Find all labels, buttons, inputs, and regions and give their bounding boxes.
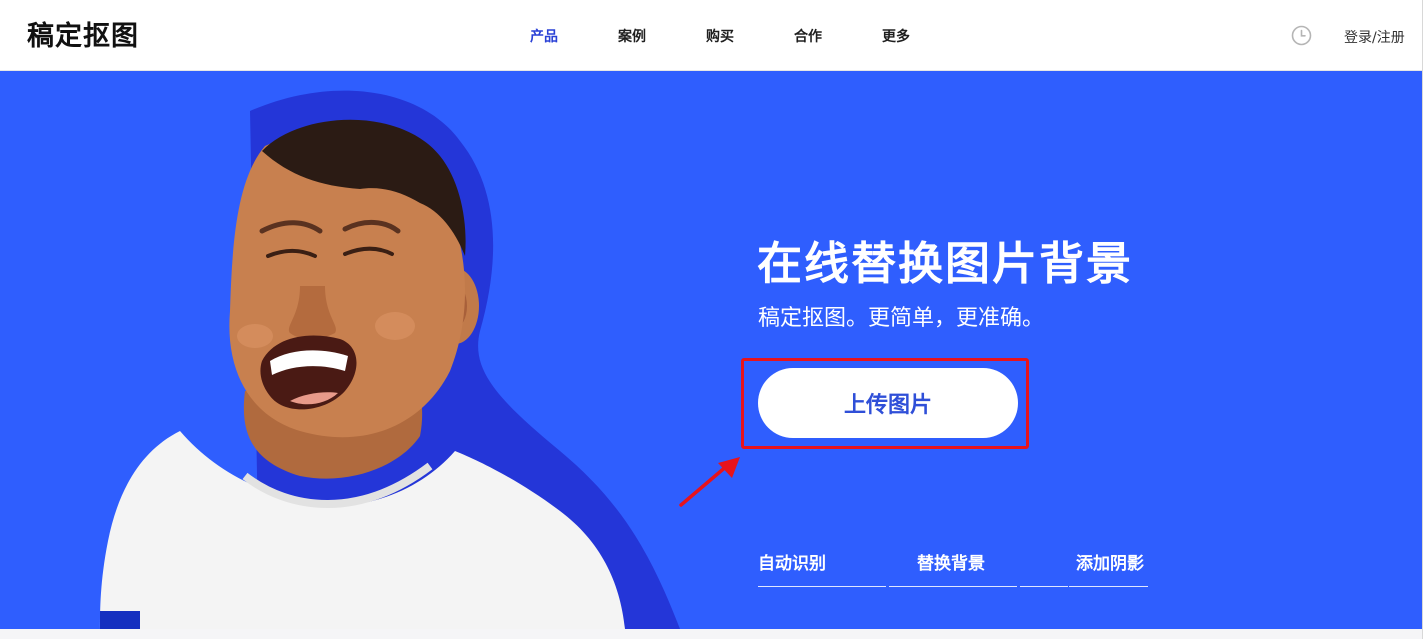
feature-tab-underline xyxy=(1020,586,1068,587)
clock-icon[interactable] xyxy=(1291,25,1312,46)
feature-tab-underline xyxy=(889,586,1017,587)
feature-tabs: 自动识别 替换背景 添加阴影 xyxy=(758,549,1148,589)
feature-tab-add-shadow[interactable]: 添加阴影 xyxy=(1076,549,1144,574)
login-register-link[interactable]: 登录/注册 xyxy=(1344,27,1405,47)
laughing-boy-photo xyxy=(100,90,680,629)
nav-item-product[interactable]: 产品 xyxy=(500,0,588,71)
bottom-strip xyxy=(0,629,1422,639)
hero-title: 在线替换图片背景 xyxy=(757,237,1134,290)
main-nav: 产品 案例 购买 合作 更多 xyxy=(500,0,940,71)
feature-tab-replace-bg[interactable]: 替换背景 xyxy=(917,549,985,574)
page-frame: 稿定抠图 产品 案例 购买 合作 更多 登录/注册 在线替换图片背景 稿定抠图。… xyxy=(0,0,1423,639)
feature-tab-underline xyxy=(758,586,886,587)
nav-item-purchase[interactable]: 购买 xyxy=(676,0,764,71)
site-logo[interactable]: 稿定抠图 xyxy=(27,14,139,53)
upload-image-button[interactable]: 上传图片 xyxy=(758,368,1018,438)
nav-item-cooperation[interactable]: 合作 xyxy=(764,0,852,71)
nav-item-more[interactable]: 更多 xyxy=(852,0,940,71)
feature-tab-auto-detect[interactable]: 自动识别 xyxy=(758,549,826,574)
feature-tab-underline xyxy=(1069,586,1148,587)
hero-section: 在线替换图片背景 稿定抠图。更简单，更准确。 上传图片 自动识别 替换背景 添加… xyxy=(0,71,1422,629)
nav-item-cases[interactable]: 案例 xyxy=(588,0,676,71)
top-header: 稿定抠图 产品 案例 购买 合作 更多 登录/注册 xyxy=(0,0,1422,71)
hero-subtitle: 稿定抠图。更简单，更准确。 xyxy=(758,306,1045,331)
red-arrow-icon xyxy=(679,457,740,507)
